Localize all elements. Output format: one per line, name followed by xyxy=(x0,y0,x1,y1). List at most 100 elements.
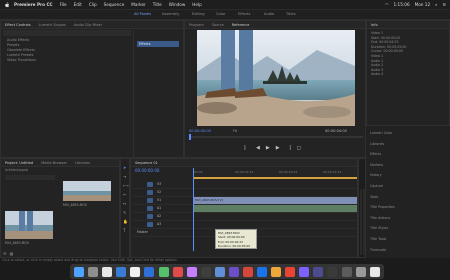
project-search-input[interactable] xyxy=(5,175,55,180)
panel-title-actions[interactable]: Title Actions xyxy=(370,213,395,224)
selected-effect[interactable]: Effects xyxy=(137,41,179,47)
step-back-icon[interactable]: ◀︎ xyxy=(256,145,260,151)
dock-app-icon[interactable] xyxy=(369,266,380,277)
dock-app-icon[interactable] xyxy=(88,266,99,277)
razor-tool-icon[interactable]: ✂ xyxy=(123,192,126,197)
audio-clip[interactable] xyxy=(193,205,357,212)
tab-lumetri-scopes[interactable]: Lumetri Scopes xyxy=(39,23,66,27)
app-menu[interactable]: Premiere Pro CC xyxy=(14,2,53,7)
panel-tools[interactable]: Tools xyxy=(370,192,395,203)
panel-lumetri-color[interactable]: Lumetri Color xyxy=(370,128,395,139)
battery-status[interactable]: 1:15:06 xyxy=(393,2,409,7)
panel-libraries[interactable]: Libraries xyxy=(370,139,395,150)
slip-tool-icon[interactable]: ↔ xyxy=(123,201,126,206)
track-toggle[interactable] xyxy=(147,198,153,203)
panel-markers[interactable]: Markers xyxy=(370,160,395,171)
menu-window[interactable]: Window xyxy=(169,2,186,7)
dock-app-icon[interactable] xyxy=(271,266,282,277)
dock-app-icon[interactable] xyxy=(116,266,127,277)
panel-timecode[interactable]: Timecode xyxy=(370,245,395,256)
tab-effect-controls[interactable]: Effect Controls xyxy=(5,23,31,27)
dock-app-icon[interactable] xyxy=(228,266,239,277)
dock-app-icon[interactable] xyxy=(341,266,352,277)
project-thumbnail-1[interactable] xyxy=(63,181,111,201)
track-toggle[interactable] xyxy=(147,214,153,219)
menu-help[interactable]: Help xyxy=(192,2,202,7)
program-scrubber[interactable] xyxy=(189,134,363,140)
dock-app-icon[interactable] xyxy=(327,266,338,277)
dock-app-icon[interactable] xyxy=(200,266,211,277)
menu-clip[interactable]: Clip xyxy=(89,2,97,7)
dock-app-icon[interactable] xyxy=(257,266,268,277)
track-toggle[interactable] xyxy=(147,190,153,195)
tab-audio-clip-mixer[interactable]: Audio Clip Mixer xyxy=(74,23,102,27)
dock-app-icon[interactable] xyxy=(130,266,141,277)
panel-title-tools[interactable]: Title Tools xyxy=(370,234,395,245)
track-toggle[interactable] xyxy=(147,182,153,187)
work-area-bar[interactable] xyxy=(193,177,357,179)
dock-app-icon[interactable] xyxy=(158,266,169,277)
menu-list-icon[interactable]: ≡ xyxy=(442,2,446,7)
workspace-tab-audio[interactable]: Audio xyxy=(264,12,274,16)
panel-title-properties[interactable]: Title Properties xyxy=(370,202,395,213)
workspace-tab-all-panels[interactable]: All Panels xyxy=(134,12,151,16)
dock-app-icon[interactable] xyxy=(102,266,113,277)
dock-app-icon[interactable] xyxy=(74,266,85,277)
dock-app-icon[interactable] xyxy=(242,266,253,277)
type-tool-icon[interactable]: T xyxy=(123,228,125,233)
menu-file[interactable]: File xyxy=(60,2,67,7)
workspace-tab-color[interactable]: Color xyxy=(216,12,225,16)
program-timecode-current[interactable]: 00:00:00:00 xyxy=(189,129,211,133)
timeline-timecode[interactable]: 00:00:00:00 xyxy=(135,168,159,173)
tab-reference[interactable]: Reference xyxy=(232,23,250,27)
workspace-tab-effects[interactable]: Effects xyxy=(238,12,250,16)
panel-effects[interactable]: Effects xyxy=(370,149,395,160)
step-forward-icon[interactable]: ▶︎ xyxy=(276,145,280,151)
selection-tool-icon[interactable]: ➤ xyxy=(123,165,126,170)
video-clip[interactable]: MVI_4893.MOV [V] xyxy=(193,197,357,204)
tab-media-browser[interactable]: Media Browser xyxy=(41,161,67,165)
list-view-icon[interactable]: ☰ xyxy=(3,251,7,256)
effects-folder-transitions[interactable]: Video Transitions xyxy=(7,58,36,63)
apple-icon[interactable] xyxy=(4,1,10,8)
clock[interactable]: Mon 12 xyxy=(415,2,431,7)
tab-project[interactable]: Project: Untitled xyxy=(5,161,33,165)
hand-tool-icon[interactable]: ✋ xyxy=(123,219,128,224)
search-icon[interactable]: ⌕ xyxy=(435,2,437,7)
play-icon[interactable]: ▶︎ xyxy=(266,145,270,151)
program-video-frame[interactable] xyxy=(197,30,355,126)
track-select-tool-icon[interactable]: ⇥ xyxy=(123,174,126,179)
tab-source[interactable]: Source xyxy=(212,23,224,27)
effects-search[interactable] xyxy=(3,30,131,36)
track-a3[interactable]: A3 xyxy=(133,221,357,229)
menu-marker[interactable]: Marker xyxy=(131,2,145,7)
dock-app-icon[interactable] xyxy=(214,266,225,277)
panel-capture[interactable]: Capture xyxy=(370,181,395,192)
panel-history[interactable]: History xyxy=(370,170,395,181)
workspace-tab-assembly[interactable]: Assembly xyxy=(162,12,179,16)
project-thumbnail-2[interactable] xyxy=(5,211,53,239)
dock-app-icon[interactable] xyxy=(313,266,324,277)
track-toggle[interactable] xyxy=(147,206,153,211)
menu-title[interactable]: Title xyxy=(153,2,162,7)
dock-app-icon[interactable] xyxy=(355,266,366,277)
workspace-tab-titles[interactable]: Titles xyxy=(286,12,296,16)
dock-app-icon[interactable] xyxy=(285,266,296,277)
ripple-edit-tool-icon[interactable]: ⟷ xyxy=(123,183,129,188)
dock-app-icon[interactable] xyxy=(172,266,183,277)
mark-out-icon[interactable]: ⎹ xyxy=(286,145,291,151)
dock-app-icon[interactable] xyxy=(299,266,310,277)
playhead-icon[interactable] xyxy=(189,134,191,140)
tab-sequence[interactable]: Sequence 01 xyxy=(135,161,158,165)
timeline-playhead[interactable] xyxy=(193,168,194,251)
track-v3[interactable]: V3 xyxy=(133,181,357,189)
wifi-icon[interactable]: ◠ xyxy=(385,2,389,7)
menu-sequence[interactable]: Sequence xyxy=(104,2,125,7)
pen-tool-icon[interactable]: ✎ xyxy=(123,210,126,215)
track-v2[interactable]: V2 xyxy=(133,189,357,197)
program-fit-select[interactable]: Fit xyxy=(233,129,237,133)
dock-app-icon[interactable] xyxy=(186,266,197,277)
track-v1[interactable]: V1 MVI_4893.MOV [V] xyxy=(133,197,357,205)
export-frame-icon[interactable]: ◻︎ xyxy=(297,145,301,151)
tab-program[interactable]: Program xyxy=(189,23,204,27)
